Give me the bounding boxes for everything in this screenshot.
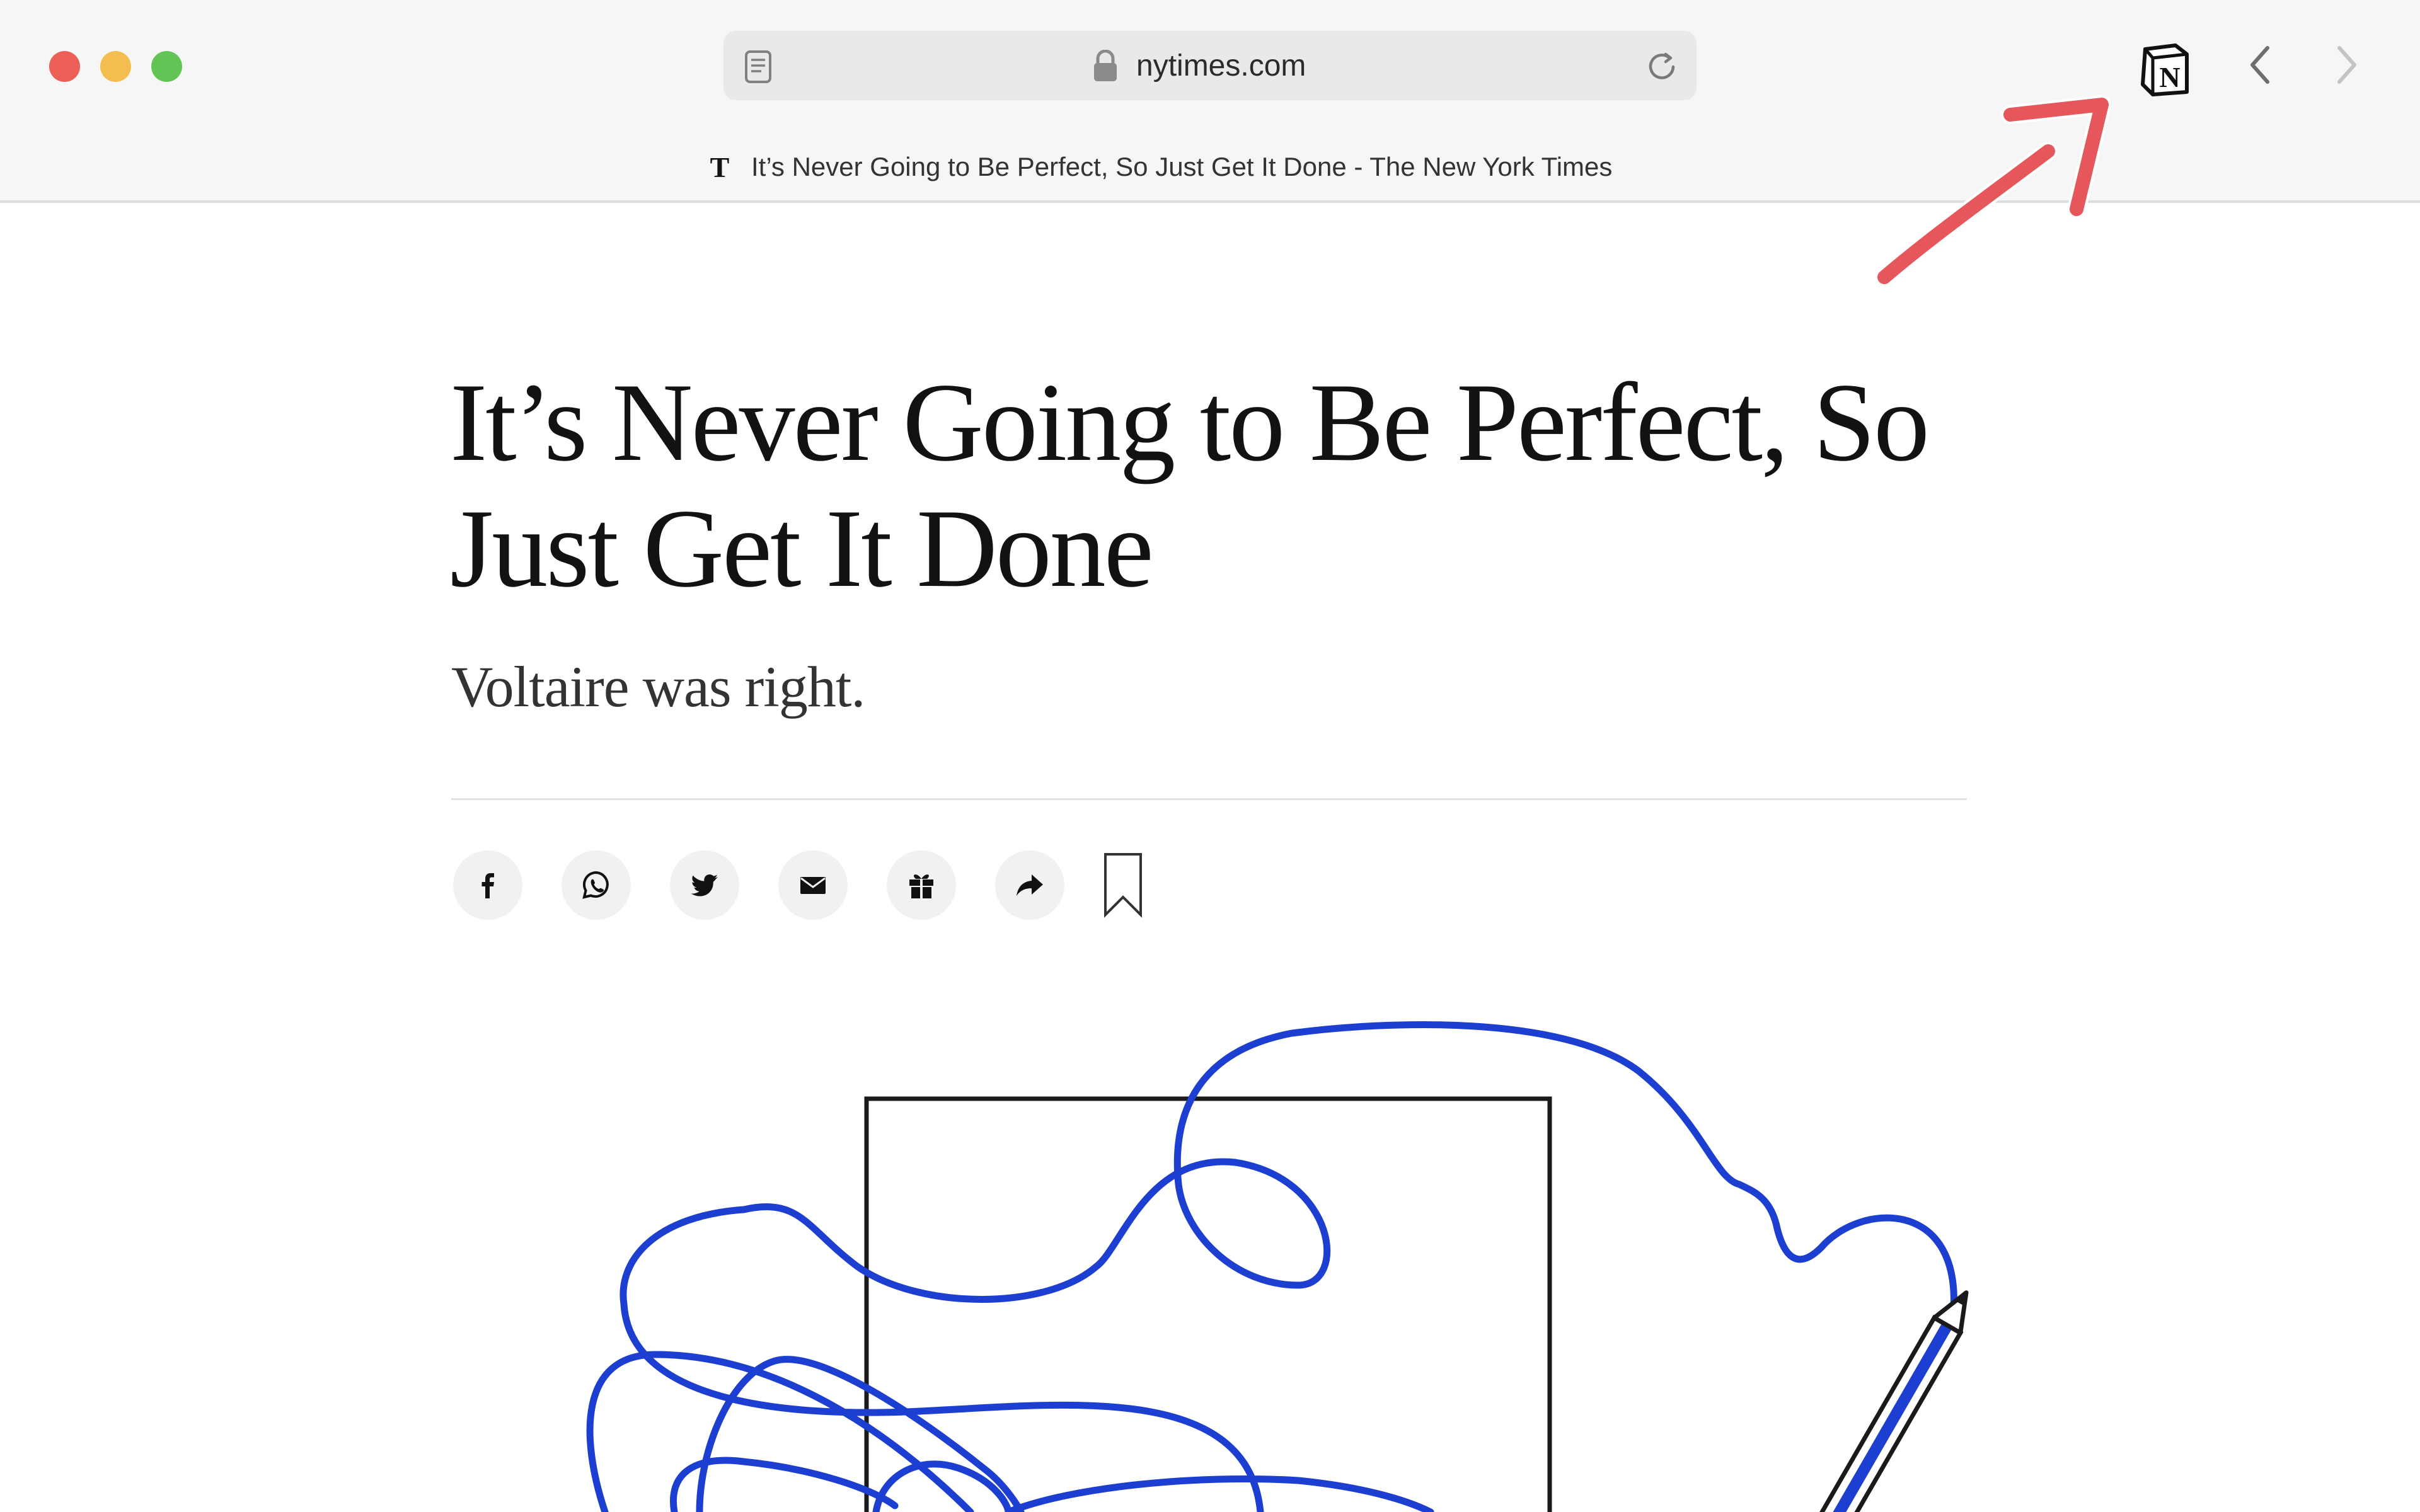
svg-text:N: N <box>2159 61 2180 93</box>
twitter-icon <box>691 874 718 896</box>
article-illustration <box>586 1021 1969 1512</box>
twitter-share-button[interactable] <box>670 850 739 920</box>
forward-chevron-icon[interactable] <box>2329 42 2365 88</box>
nyt-favicon-icon: T <box>710 152 730 182</box>
reload-icon[interactable] <box>1644 48 1680 84</box>
article-subheadline: Voltaire was right. <box>451 655 865 719</box>
article-headline: It’s Never Going to Be Perfect, So Just … <box>450 360 1930 610</box>
facebook-share-button[interactable] <box>453 850 522 920</box>
email-share-button[interactable] <box>778 850 848 920</box>
divider <box>451 798 1967 800</box>
gift-icon <box>909 874 933 898</box>
gift-article-button[interactable] <box>887 850 956 920</box>
svg-text:T: T <box>710 152 730 182</box>
share-more-button[interactable] <box>995 850 1064 920</box>
minimize-window-button[interactable] <box>100 51 131 82</box>
address-bar[interactable]: nytimes.com <box>723 31 1697 100</box>
bookmark-icon[interactable] <box>1102 852 1144 919</box>
active-tab[interactable]: T It’s Never Going to Be Perfect, So Jus… <box>706 145 1752 189</box>
maximize-window-button[interactable] <box>151 51 182 82</box>
url-text: nytimes.com <box>1136 49 1306 83</box>
notion-extension-icon[interactable]: N <box>2136 40 2193 97</box>
whatsapp-share-button[interactable] <box>562 850 631 920</box>
facebook-icon <box>481 873 494 898</box>
lock-icon <box>1094 50 1117 81</box>
close-window-button[interactable] <box>49 51 80 82</box>
share-arrow-icon <box>1017 874 1043 896</box>
back-chevron-icon[interactable] <box>2242 42 2278 88</box>
annotation-arrow-icon <box>1875 95 2111 287</box>
reader-view-icon[interactable] <box>744 50 773 84</box>
tab-title-text: It’s Never Going to Be Perfect, So Just … <box>751 152 1613 181</box>
whatsapp-icon <box>582 871 609 899</box>
email-icon <box>800 877 826 894</box>
